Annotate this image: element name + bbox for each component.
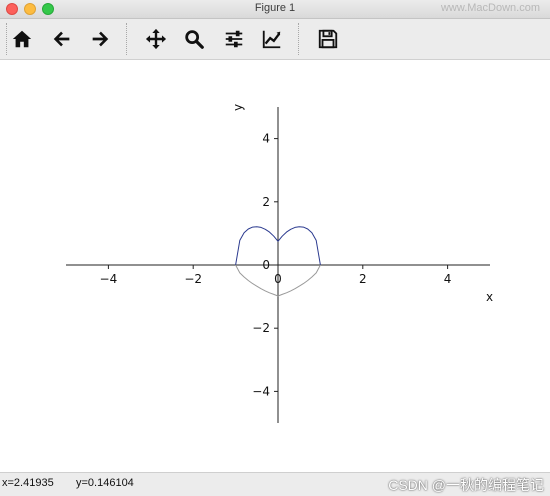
x-tick-label: 4 — [444, 272, 452, 286]
toolbar-separator — [6, 23, 7, 55]
toolbar — [0, 19, 550, 60]
title-bar: Figure 1 www.MacDown.com — [0, 0, 550, 19]
back-button[interactable] — [48, 25, 76, 53]
sliders-icon — [225, 30, 243, 48]
home-button[interactable] — [8, 25, 36, 53]
y-tick-label: −4 — [252, 384, 270, 398]
forward-button[interactable] — [86, 25, 114, 53]
edit-axis-button[interactable] — [258, 25, 286, 53]
plot-svg[interactable]: −4 −2 0 2 4 −4 −2 0 2 4 x y — [0, 60, 550, 470]
x-tick-label: −4 — [100, 272, 118, 286]
watermark-bottom: CSDN @一秋的编程笔记 — [388, 477, 544, 493]
x-axis-label: x — [486, 290, 493, 304]
y-tick-label: −2 — [252, 321, 270, 335]
watermark-top: www.MacDown.com — [440, 2, 540, 14]
line-chart-icon — [262, 30, 281, 49]
cursor-y-readout: y=0.146104 — [76, 477, 134, 489]
toolbar-separator — [298, 23, 299, 55]
cursor-x-readout: x=2.41935 — [2, 477, 54, 489]
save-button[interactable] — [314, 25, 342, 53]
y-axis-label: y — [231, 104, 245, 111]
y-tick-label: 2 — [262, 195, 270, 209]
pan-button[interactable] — [142, 25, 170, 53]
arrow-left-icon — [53, 31, 70, 47]
configure-subplots-button[interactable] — [220, 25, 248, 53]
floppy-disk-icon — [318, 29, 338, 49]
zoom-button[interactable] — [180, 25, 208, 53]
arrow-right-icon — [92, 31, 109, 47]
home-icon — [12, 30, 32, 48]
toolbar-separator — [126, 23, 127, 55]
y-tick-label: 4 — [262, 132, 270, 146]
y-tick-label: 0 — [262, 258, 270, 272]
x-tick-label: 2 — [359, 272, 367, 286]
x-tick-label: 0 — [274, 272, 282, 286]
magnifier-icon — [185, 30, 204, 49]
status-bar: x=2.41935 y=0.146104 CSDN @一秋的编程笔记 — [0, 472, 550, 496]
figure-canvas[interactable]: −4 −2 0 2 4 −4 −2 0 2 4 x y — [0, 60, 550, 470]
move-icon — [145, 28, 167, 50]
x-tick-label: −2 — [184, 272, 202, 286]
